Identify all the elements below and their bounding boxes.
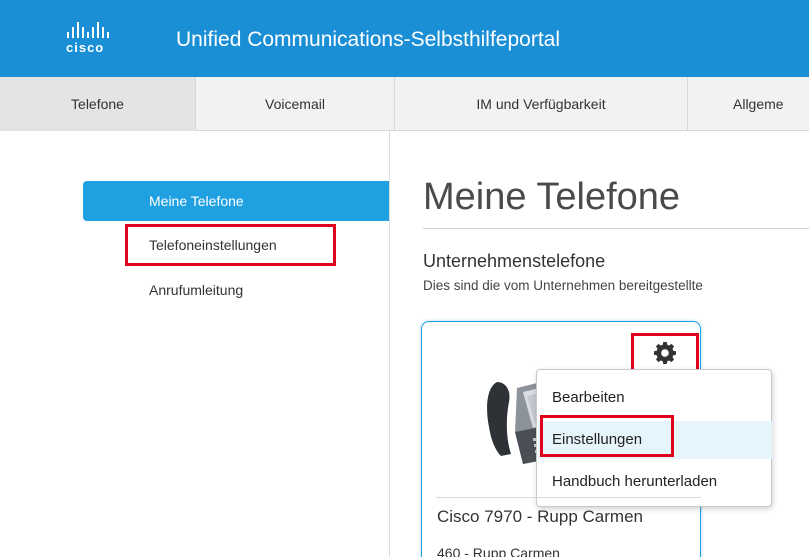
phone-line: 460 - Rupp Carmen: [437, 545, 560, 557]
menu-item-einstellungen[interactable]: Einstellungen: [538, 421, 772, 459]
menu-item-bearbeiten[interactable]: Bearbeiten: [538, 379, 772, 417]
card-divider: [436, 497, 701, 498]
tab-im-verfuegbarkeit[interactable]: IM und Verfügbarkeit: [395, 77, 688, 131]
page-title: Meine Telefone: [423, 176, 681, 218]
sidebar-item-telefoneinstellungen[interactable]: Telefoneinstellungen: [83, 224, 389, 266]
tab-voicemail[interactable]: Voicemail: [196, 77, 395, 131]
phone-name: Cisco 7970 - Rupp Carmen: [437, 507, 643, 526]
sidebar-item-meine-telefone[interactable]: Meine Telefone: [83, 181, 389, 221]
app-title: Unified Communications-Selbsthilfeportal: [176, 28, 561, 51]
tab-telefone[interactable]: Telefone: [0, 77, 196, 131]
app-header: cisco Unified Communications-Selbsthilfe…: [0, 0, 809, 77]
phone-context-menu: Bearbeiten Einstellungen Handbuch herunt…: [536, 369, 772, 507]
menu-item-handbuch-herunterladen[interactable]: Handbuch herunterladen: [538, 463, 772, 501]
sidebar-item-anrufumleitung[interactable]: Anrufumleitung: [83, 270, 389, 310]
gear-icon: [654, 342, 676, 364]
main-tabs: Telefone Voicemail IM und Verfügbarkeit …: [0, 77, 809, 131]
cisco-logo: cisco: [66, 22, 130, 56]
section-title: Unternehmenstelefone: [423, 251, 606, 271]
title-divider: [423, 228, 809, 229]
tab-allgemein[interactable]: Allgeme: [688, 77, 809, 131]
logo-text: cisco: [66, 40, 105, 55]
cisco-logo-bars: [66, 22, 130, 38]
section-description: Dies sind die vom Unternehmen bereitgest…: [423, 278, 703, 293]
sidebar-divider: [389, 131, 390, 557]
